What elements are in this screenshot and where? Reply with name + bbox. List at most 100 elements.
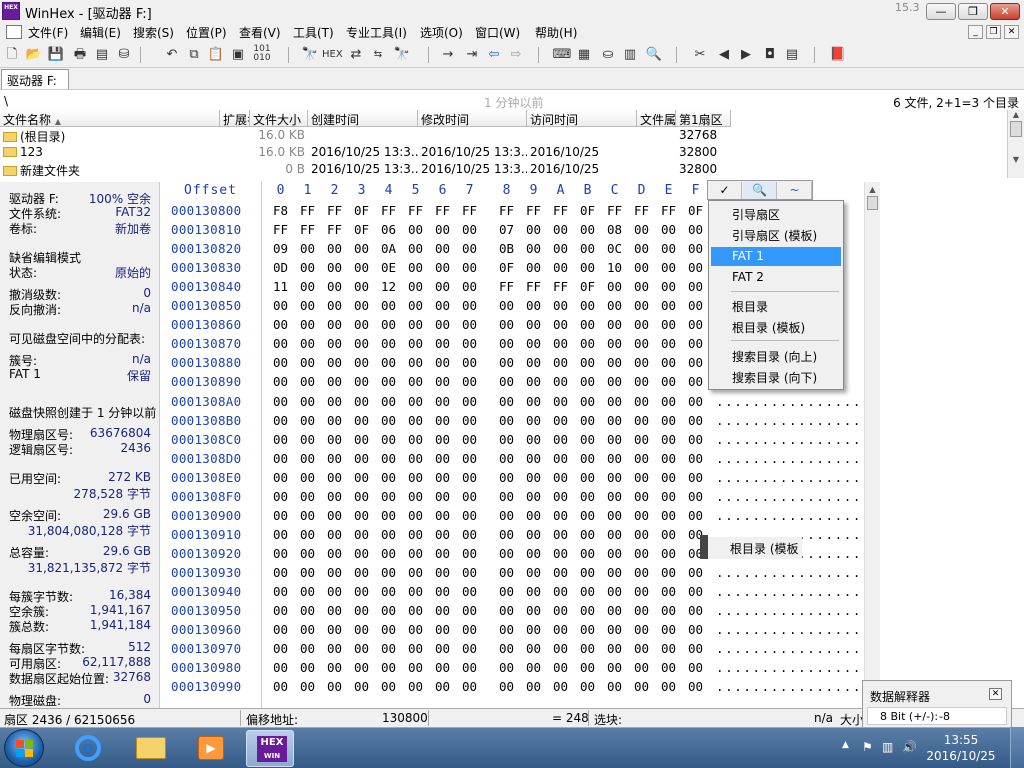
hex-byte[interactable]: 00 [520, 241, 547, 256]
hex-byte[interactable]: 00 [547, 317, 574, 332]
hex-byte[interactable]: 00 [375, 603, 402, 618]
hex-byte[interactable]: FF [294, 203, 321, 218]
winhex-taskbar-button[interactable]: HEX WIN [246, 730, 294, 767]
hex-byte[interactable]: 00 [493, 336, 520, 351]
hex-byte[interactable]: 00 [520, 374, 547, 389]
hex-byte[interactable]: 00 [348, 527, 375, 542]
hex-byte[interactable]: 00 [348, 565, 375, 580]
hex-byte[interactable]: 00 [456, 355, 483, 370]
hex-byte[interactable]: 00 [547, 432, 574, 447]
hex-byte[interactable]: 00 [547, 241, 574, 256]
hex-byte[interactable]: 00 [655, 565, 682, 580]
hex-byte[interactable]: 00 [493, 355, 520, 370]
hex-byte[interactable]: 00 [655, 279, 682, 294]
hex-byte[interactable]: 00 [267, 622, 294, 637]
hex-byte[interactable]: 00 [375, 508, 402, 523]
hex-byte[interactable]: 00 [628, 622, 655, 637]
mdi-close-button[interactable]: ✕ [1004, 25, 1019, 39]
undo-icon[interactable]: ↶ [162, 45, 182, 65]
hex-byte[interactable]: 00 [520, 470, 547, 485]
hex-byte[interactable]: 00 [429, 546, 456, 561]
hex-byte[interactable]: 00 [429, 584, 456, 599]
menu-help[interactable]: 帮助(H) [535, 24, 577, 41]
hex-byte[interactable]: 00 [574, 260, 601, 275]
hex-byte[interactable]: 00 [429, 622, 456, 637]
hex-byte[interactable]: 00 [601, 527, 628, 542]
ascii-text[interactable]: ................ [716, 489, 862, 504]
hex-byte[interactable]: 00 [520, 489, 547, 504]
network-icon[interactable]: ▥ [882, 740, 893, 754]
hex-byte[interactable]: 00 [682, 679, 709, 694]
new-file-icon[interactable]: 🗋 [2, 45, 22, 65]
hex-byte[interactable]: 00 [493, 394, 520, 409]
hex-byte[interactable]: 00 [402, 660, 429, 675]
ascii-text[interactable]: ................ [716, 508, 862, 523]
calculator-icon[interactable]: ▥ [620, 45, 640, 65]
hex-byte[interactable]: 00 [429, 508, 456, 523]
hex-byte[interactable]: 00 [574, 355, 601, 370]
hex-byte[interactable]: 00 [375, 432, 402, 447]
hex-byte[interactable]: 00 [682, 336, 709, 351]
hex-byte[interactable]: 00 [628, 336, 655, 351]
hex-byte[interactable]: 00 [375, 451, 402, 466]
hex-byte[interactable]: 00 [294, 279, 321, 294]
hex-byte[interactable]: 00 [348, 622, 375, 637]
hex-byte[interactable]: 00 [574, 432, 601, 447]
hex-byte[interactable]: 00 [655, 432, 682, 447]
internet-explorer-icon[interactable]: e [64, 730, 112, 767]
hex-byte[interactable]: 00 [348, 374, 375, 389]
hex-byte[interactable]: 00 [402, 336, 429, 351]
hex-byte[interactable]: 00 [294, 603, 321, 618]
hex-byte[interactable]: 00 [628, 546, 655, 561]
hex-byte[interactable]: 00 [655, 298, 682, 313]
hex-byte[interactable]: 00 [520, 641, 547, 656]
hex-byte[interactable]: 00 [348, 241, 375, 256]
column-header-created[interactable]: 创建时间 [308, 110, 418, 127]
hex-byte[interactable]: 00 [520, 622, 547, 637]
hex-byte[interactable]: 00 [493, 489, 520, 504]
menu-edit[interactable]: 编辑(E) [80, 24, 121, 41]
hex-byte[interactable]: 00 [547, 413, 574, 428]
hex-byte[interactable]: 00 [628, 679, 655, 694]
hex-byte[interactable]: 00 [294, 679, 321, 694]
menu-view[interactable]: 查看(V) [239, 24, 281, 41]
hex-byte[interactable]: 00 [429, 241, 456, 256]
hex-byte[interactable]: 00 [547, 527, 574, 542]
hex-byte[interactable]: 00 [294, 660, 321, 675]
hex-byte[interactable]: 00 [456, 546, 483, 561]
hex-byte[interactable]: 00 [267, 603, 294, 618]
hex-byte[interactable]: 00 [294, 508, 321, 523]
hex-byte[interactable]: 00 [601, 584, 628, 599]
show-desktop-button[interactable] [1010, 727, 1024, 768]
checkmark-icon[interactable]: ✓ [708, 182, 742, 199]
hex-byte[interactable]: 00 [456, 394, 483, 409]
hex-byte[interactable]: 00 [375, 394, 402, 409]
hex-byte[interactable]: 00 [456, 279, 483, 294]
hex-byte[interactable]: 00 [493, 317, 520, 332]
hex-byte[interactable]: 00 [520, 546, 547, 561]
hex-byte[interactable]: 00 [682, 222, 709, 237]
hex-byte[interactable]: 00 [574, 489, 601, 504]
hex-byte[interactable]: 00 [402, 584, 429, 599]
hex-byte[interactable]: 00 [429, 451, 456, 466]
menu-item-boot-sector[interactable]: 引导扇区 [711, 204, 841, 223]
hex-byte[interactable]: 00 [547, 298, 574, 313]
binary-icon[interactable]: 101 010 [252, 45, 272, 65]
disk-icon[interactable]: ⛀ [598, 45, 618, 65]
hex-byte[interactable]: FF [294, 222, 321, 237]
hex-byte[interactable]: 00 [601, 565, 628, 580]
hex-byte[interactable]: 00 [294, 413, 321, 428]
hex-byte[interactable]: 00 [682, 279, 709, 294]
hex-byte[interactable]: 00 [547, 336, 574, 351]
hex-byte[interactable]: 00 [348, 394, 375, 409]
hex-byte[interactable]: 00 [321, 413, 348, 428]
hex-byte[interactable]: FF [402, 203, 429, 218]
hex-byte[interactable]: 00 [574, 641, 601, 656]
open-disk-icon[interactable]: ⛁ [114, 45, 134, 65]
hex-byte[interactable]: 00 [520, 317, 547, 332]
hex-byte[interactable]: 00 [321, 584, 348, 599]
hex-byte[interactable]: 00 [348, 603, 375, 618]
ascii-text[interactable]: ................ [716, 470, 862, 485]
back-icon[interactable]: ⇦ [484, 45, 504, 65]
hex-byte[interactable]: 00 [267, 413, 294, 428]
